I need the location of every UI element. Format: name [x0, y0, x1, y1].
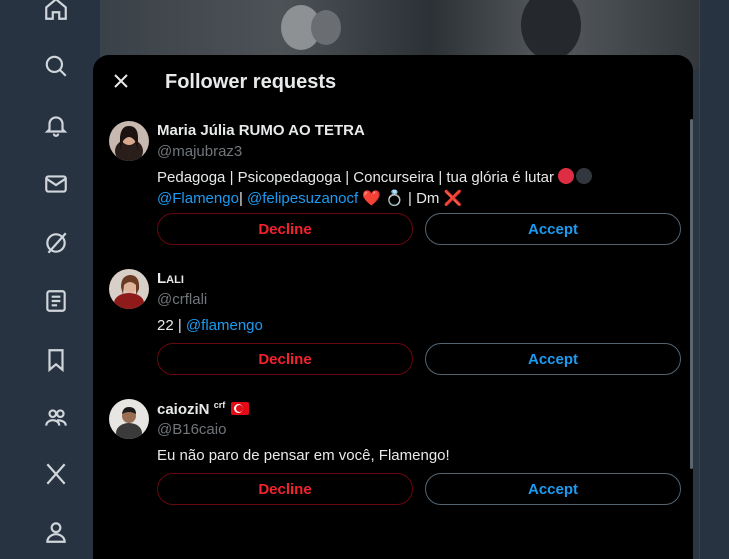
search-icon[interactable] — [42, 52, 70, 80]
x-premium-icon[interactable] — [42, 460, 70, 488]
list-item: caioziN crf @B16caio Eu não paro de pens… — [93, 399, 693, 509]
close-button[interactable] — [107, 67, 135, 95]
close-icon — [114, 74, 128, 88]
accept-button[interactable]: Accept — [425, 343, 681, 375]
bio-link-flamengo[interactable]: @Flamengo — [157, 190, 239, 207]
user-handle: @B16caio — [157, 421, 227, 438]
user-handle: @crflali — [157, 291, 208, 308]
user-name[interactable]: caioziN crf — [157, 400, 250, 418]
avatar[interactable] — [109, 121, 149, 161]
bio-dm: | Dm — [408, 190, 440, 207]
user-bio: Pedagoga | Psicopedagoga | Concurseira |… — [157, 167, 677, 209]
user-name-text: caioziN — [157, 401, 210, 418]
modal-title: Follower requests — [165, 71, 337, 93]
user-handle: @majubraz3 — [157, 143, 243, 160]
bio-text: Pedagoga | Psicopedagoga | Concurseira |… — [157, 169, 554, 186]
user-name[interactable]: Lalı — [157, 270, 184, 287]
modal-header: Follower requests — [93, 55, 693, 108]
heart-icon: ❤️ — [362, 190, 381, 207]
lists-icon[interactable] — [42, 287, 70, 315]
black-circle-icon — [576, 168, 593, 184]
avatar[interactable] — [109, 399, 149, 439]
messages-icon[interactable] — [42, 170, 70, 198]
notifications-icon[interactable] — [42, 111, 70, 139]
red-circle-icon — [558, 168, 575, 184]
user-bio: Eu não paro de pensar em você, Flamengo! — [157, 445, 677, 466]
user-name-sup: crf — [213, 400, 226, 410]
bookmarks-icon[interactable] — [42, 346, 70, 374]
list-item: Maria Júlia RUMO AO TETRA @majubraz3 Ped… — [93, 121, 693, 251]
cross-icon: ❌ — [443, 190, 463, 207]
list-item: Lalı @crflali 22 | @flamengo Decline Acc… — [93, 269, 693, 379]
avatar[interactable] — [109, 269, 149, 309]
user-name[interactable]: Maria Júlia RUMO AO TETRA — [157, 122, 365, 139]
grok-icon[interactable] — [42, 229, 70, 257]
home-icon[interactable] — [42, 0, 70, 23]
profile-icon[interactable] — [42, 518, 70, 546]
bio-text: Eu não paro de pensar em você, Flamengo! — [157, 447, 450, 464]
decline-button[interactable]: Decline — [157, 343, 413, 375]
turkey-flag-icon — [231, 402, 250, 415]
decline-button[interactable]: Decline — [157, 473, 413, 505]
bio-link-felipesuzanocf[interactable]: @felipesuzanocf — [247, 190, 358, 207]
follower-requests-modal: Follower requests Maria Júlia RUMO AO TE… — [93, 55, 693, 559]
bio-separator: | — [238, 190, 243, 207]
user-bio: 22 | @flamengo — [157, 315, 677, 336]
communities-icon[interactable] — [42, 404, 70, 432]
accept-button[interactable]: Accept — [425, 473, 681, 505]
sidebar-nav — [0, 0, 100, 559]
accept-button[interactable]: Accept — [425, 213, 681, 245]
ring-icon: 💍 — [385, 190, 404, 207]
bio-link-flamengo[interactable]: @flamengo — [186, 317, 263, 334]
decline-button[interactable]: Decline — [157, 213, 413, 245]
bio-text: 22 | — [157, 317, 182, 334]
